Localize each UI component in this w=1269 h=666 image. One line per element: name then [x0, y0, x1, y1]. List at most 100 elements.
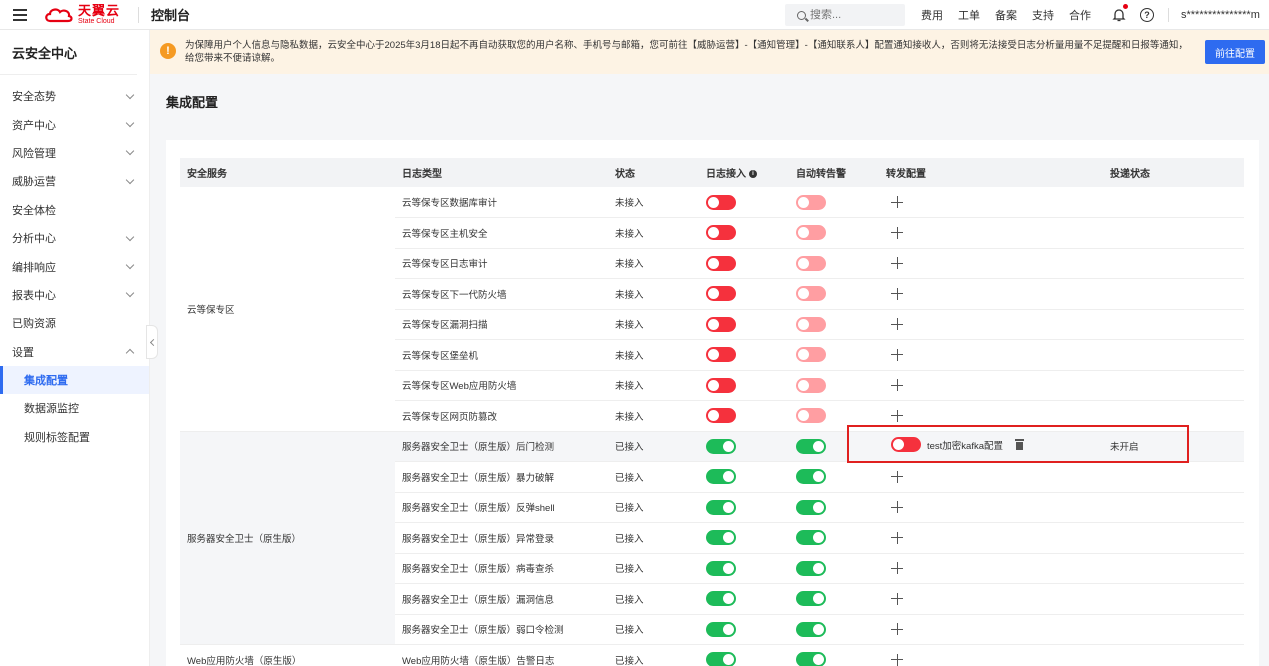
- add-forward-config-icon[interactable]: [891, 379, 903, 392]
- toggle-switch[interactable]: [796, 438, 826, 454]
- toggle-switch[interactable]: [706, 408, 736, 424]
- nav-link-billing[interactable]: 费用: [921, 7, 943, 23]
- sidebar-item[interactable]: 设置: [0, 338, 149, 366]
- add-forward-config-icon[interactable]: [891, 287, 903, 300]
- add-forward-config-icon[interactable]: [891, 531, 903, 544]
- help-icon[interactable]: ?: [1140, 8, 1154, 22]
- sidebar-subitem[interactable]: 集成配置: [0, 365, 149, 395]
- log-access-cell: [699, 461, 789, 493]
- add-forward-config-icon[interactable]: [891, 501, 903, 514]
- delivery-status-cell: [1103, 400, 1244, 432]
- sidebar-item[interactable]: 编排响应: [0, 252, 149, 280]
- brand-logo[interactable]: 天翼云 State Cloud: [44, 4, 120, 25]
- toggle-switch[interactable]: [706, 194, 736, 210]
- toggle-switch[interactable]: [796, 255, 826, 271]
- toggle-switch[interactable]: [706, 438, 736, 454]
- delivery-status-cell: [1103, 217, 1244, 249]
- status-cell: 未接入: [608, 370, 699, 401]
- toggle-switch[interactable]: [891, 437, 921, 453]
- delivery-status-cell: [1103, 339, 1244, 371]
- add-forward-config-icon[interactable]: [891, 226, 903, 239]
- sidebar-item[interactable]: 风险管理: [0, 139, 149, 167]
- toggle-switch[interactable]: [796, 499, 826, 515]
- toggle-switch[interactable]: [796, 286, 826, 302]
- sidebar-item[interactable]: 资产中心: [0, 110, 149, 138]
- delivery-status-cell: [1103, 614, 1244, 645]
- toggle-switch[interactable]: [706, 255, 736, 271]
- sidebar-title: 云安全中心: [0, 30, 137, 75]
- header-forward-config: 转发配置: [879, 158, 1103, 187]
- log-type-cell: 云等保专区漏洞扫描: [395, 309, 608, 340]
- sidebar-item[interactable]: 安全态势: [0, 82, 149, 110]
- toggle-switch[interactable]: [796, 469, 826, 485]
- toggle-switch[interactable]: [706, 560, 736, 576]
- toggle-switch[interactable]: [706, 530, 736, 546]
- toggle-switch[interactable]: [796, 560, 826, 576]
- nav-link-filing[interactable]: 备案: [995, 7, 1017, 23]
- forward-config-cell: [879, 614, 1103, 645]
- account-name[interactable]: s***************m: [1181, 9, 1269, 21]
- search-input[interactable]: [810, 9, 890, 21]
- add-forward-config-icon[interactable]: [891, 409, 903, 422]
- sidebar-item[interactable]: 已购资源: [0, 309, 149, 337]
- header-log-type: 日志类型: [395, 158, 608, 187]
- sidebar-item[interactable]: 报表中心: [0, 281, 149, 309]
- toggle-switch[interactable]: [706, 591, 736, 607]
- add-forward-config-icon[interactable]: [891, 562, 903, 575]
- toggle-switch[interactable]: [706, 469, 736, 485]
- toggle-switch[interactable]: [706, 316, 736, 332]
- go-configure-button[interactable]: 前往配置: [1205, 40, 1265, 64]
- add-forward-config-icon[interactable]: [891, 318, 903, 331]
- toggle-switch[interactable]: [796, 377, 826, 393]
- toggle-switch[interactable]: [706, 377, 736, 393]
- toggle-switch[interactable]: [796, 194, 826, 210]
- menu-icon[interactable]: [0, 0, 40, 30]
- sidebar-collapse-button[interactable]: [146, 325, 158, 359]
- nav-link-ticket[interactable]: 工单: [958, 7, 980, 23]
- toggle-switch[interactable]: [796, 530, 826, 546]
- toggle-switch[interactable]: [706, 347, 736, 363]
- add-forward-config-icon[interactable]: [891, 257, 903, 270]
- notification-dot: [1123, 4, 1128, 9]
- toggle-switch[interactable]: [796, 591, 826, 607]
- add-forward-config-icon[interactable]: [891, 348, 903, 361]
- toggle-switch[interactable]: [796, 316, 826, 332]
- add-forward-config-icon[interactable]: [891, 653, 903, 666]
- toggle-switch[interactable]: [796, 347, 826, 363]
- brand-name-en: State Cloud: [78, 18, 115, 25]
- toggle-switch[interactable]: [796, 652, 826, 666]
- toggle-switch[interactable]: [706, 286, 736, 302]
- forward-config-cell: test加密kafka配置: [879, 431, 1103, 462]
- add-forward-config-icon[interactable]: [891, 592, 903, 605]
- bell-icon[interactable]: [1112, 4, 1128, 22]
- status-cell: 已接入: [608, 644, 699, 666]
- add-forward-config-icon[interactable]: [891, 623, 903, 636]
- add-forward-config-icon[interactable]: [891, 470, 903, 483]
- sidebar-subitem-label: 集成配置: [24, 375, 68, 388]
- auto-alert-cell: [789, 461, 879, 493]
- nav-link-partner[interactable]: 合作: [1069, 7, 1091, 23]
- top-bar: 天翼云 State Cloud 控制台 费用 工单 备案 支持 合作 ? s**…: [0, 0, 1269, 30]
- sidebar-subitem[interactable]: 数据源监控: [0, 394, 149, 422]
- toggle-switch[interactable]: [706, 225, 736, 241]
- status-cell: 未接入: [608, 278, 699, 310]
- toggle-switch[interactable]: [706, 621, 736, 637]
- nav-link-support[interactable]: 支持: [1032, 7, 1054, 23]
- search-icon: [797, 10, 806, 20]
- info-icon[interactable]: i: [749, 170, 757, 179]
- toggle-switch[interactable]: [796, 225, 826, 241]
- sidebar-item[interactable]: 分析中心: [0, 224, 149, 252]
- toggle-switch[interactable]: [796, 621, 826, 637]
- console-link[interactable]: 控制台: [151, 5, 190, 24]
- sidebar-subitem[interactable]: 规则标签配置: [0, 423, 149, 451]
- toggle-switch[interactable]: [706, 652, 736, 666]
- toggle-switch[interactable]: [796, 408, 826, 424]
- table-row: 云等保专区 云等保专区数据库审计 未接入: [180, 187, 1244, 432]
- status-cell: 未接入: [608, 248, 699, 279]
- search-box[interactable]: [785, 4, 905, 26]
- toggle-switch[interactable]: [706, 499, 736, 515]
- sidebar-item[interactable]: 安全体检: [0, 196, 149, 224]
- sidebar-item[interactable]: 威胁运营: [0, 167, 149, 195]
- trash-icon[interactable]: [1015, 439, 1025, 451]
- add-forward-config-icon[interactable]: [891, 196, 903, 208]
